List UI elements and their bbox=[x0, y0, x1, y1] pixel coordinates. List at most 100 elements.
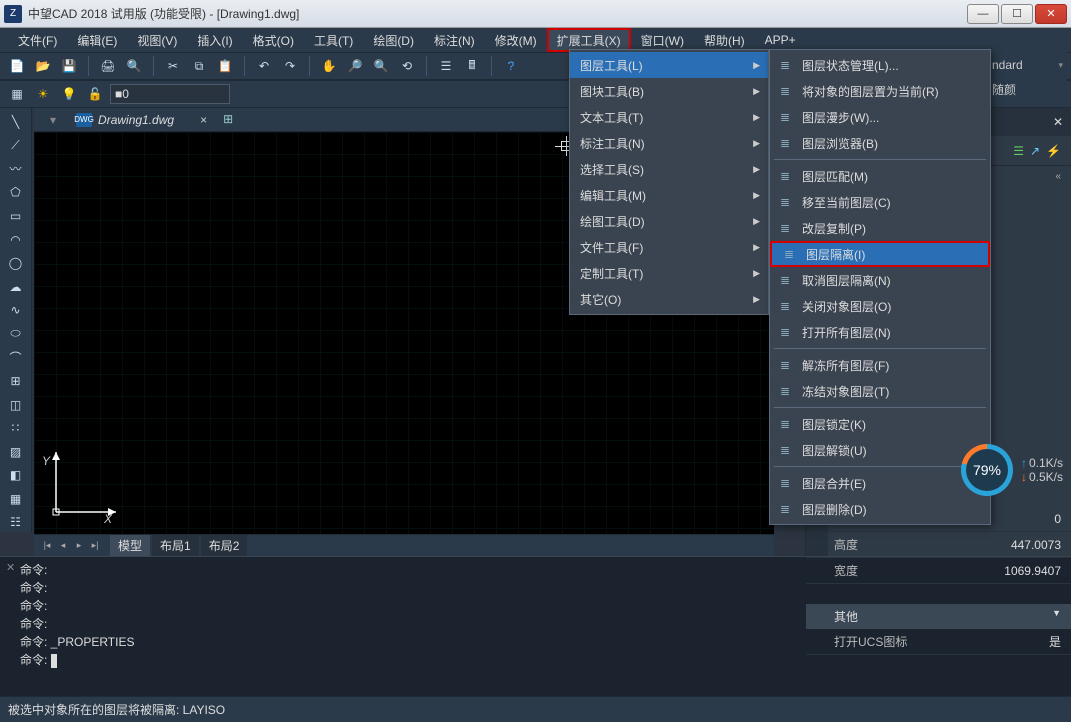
menu-8[interactable]: 修改(M) bbox=[485, 28, 547, 52]
redo-icon[interactable]: ↷ bbox=[279, 55, 301, 77]
zoom-icon[interactable]: 🔎 bbox=[344, 55, 366, 77]
menu-item[interactable]: ≣移至当前图层(C) bbox=[770, 189, 990, 215]
menu-5[interactable]: 工具(T) bbox=[304, 28, 363, 52]
menu-item[interactable]: ≣取消图层隔离(N) bbox=[770, 267, 990, 293]
menu-item[interactable]: 文件工具(F)▶ bbox=[570, 234, 768, 260]
menu-item[interactable]: ≣冻结对象图层(T) bbox=[770, 378, 990, 404]
prop-row[interactable]: 宽度1069.9407 bbox=[806, 558, 1071, 584]
tab-close-icon[interactable]: × bbox=[200, 113, 207, 127]
cmd-close-icon[interactable]: ✕ bbox=[6, 561, 15, 574]
layout-tab[interactable]: 模型 bbox=[110, 535, 150, 556]
section-other[interactable]: 其他▼ bbox=[806, 604, 1071, 629]
menu-item[interactable]: 标注工具(N)▶ bbox=[570, 130, 768, 156]
menu-item[interactable]: 文本工具(T)▶ bbox=[570, 104, 768, 130]
menu-item[interactable]: ≣将对象的图层置为当前(R) bbox=[770, 78, 990, 104]
menu-item[interactable]: 绘图工具(D)▶ bbox=[570, 208, 768, 234]
menu-item[interactable]: ≣图层隔离(I) bbox=[770, 241, 990, 267]
menu-item[interactable]: 图块工具(B)▶ bbox=[570, 78, 768, 104]
menu-item[interactable]: 编辑工具(M)▶ bbox=[570, 182, 768, 208]
doc-tab[interactable]: DWG Drawing1.dwg × bbox=[66, 111, 217, 129]
menu-6[interactable]: 绘图(D) bbox=[363, 28, 424, 52]
layout-tab[interactable]: 布局1 bbox=[152, 535, 199, 556]
circle-icon[interactable]: ◯ bbox=[4, 253, 28, 273]
menu-2[interactable]: 视图(V) bbox=[127, 28, 187, 52]
layer-lock-icon[interactable]: 🔓 bbox=[84, 83, 106, 105]
style-combo[interactable]: ndard▾ bbox=[992, 58, 1063, 72]
zoom-prev-icon[interactable]: ⟲ bbox=[396, 55, 418, 77]
paste-icon[interactable]: 📋 bbox=[214, 55, 236, 77]
layout-last-icon[interactable]: ▸| bbox=[88, 539, 102, 553]
polygon-icon[interactable]: ⬠ bbox=[4, 183, 28, 203]
cut-icon[interactable]: ✂ bbox=[162, 55, 184, 77]
menu-item[interactable]: 定制工具(T)▶ bbox=[570, 260, 768, 286]
layout-next-icon[interactable]: ▸ bbox=[72, 539, 86, 553]
help-icon[interactable]: ? bbox=[500, 55, 522, 77]
close-button[interactable]: ✕ bbox=[1035, 4, 1067, 24]
ellipse-icon[interactable]: ⬭ bbox=[4, 324, 28, 344]
preview-icon[interactable]: 🔍 bbox=[123, 55, 145, 77]
arc-icon[interactable]: ◠ bbox=[4, 230, 28, 250]
menu-item[interactable]: ≣图层漫步(W)... bbox=[770, 104, 990, 130]
calc-icon[interactable]: 🖩 bbox=[461, 55, 483, 77]
properties-icon[interactable]: ☰ bbox=[435, 55, 457, 77]
layer-dropdown[interactable]: ■ 0 bbox=[110, 84, 230, 104]
gradient-icon[interactable]: ◧ bbox=[4, 465, 28, 485]
menu-item[interactable]: ≣图层合并(E) bbox=[770, 470, 990, 496]
table-icon[interactable]: ☷ bbox=[4, 513, 28, 533]
insert-icon[interactable]: ⊞ bbox=[4, 371, 28, 391]
save-icon[interactable]: 💾 bbox=[58, 55, 80, 77]
pan-icon[interactable]: ✋ bbox=[318, 55, 340, 77]
color-combo[interactable]: 随颜 bbox=[992, 81, 1063, 98]
prop-row[interactable]: 高度447.0073 bbox=[806, 532, 1071, 558]
menu-item[interactable]: ≣图层锁定(K) bbox=[770, 411, 990, 437]
line-icon[interactable]: ╲ bbox=[4, 112, 28, 132]
zoom-window-icon[interactable]: 🔍 bbox=[370, 55, 392, 77]
menu-item[interactable]: ≣关闭对象图层(O) bbox=[770, 293, 990, 319]
menu-1[interactable]: 编辑(E) bbox=[67, 28, 127, 52]
new-icon[interactable]: 📄 bbox=[6, 55, 28, 77]
layer-bulb-icon[interactable]: 💡 bbox=[58, 83, 80, 105]
menu-7[interactable]: 标注(N) bbox=[424, 28, 485, 52]
menu-item[interactable]: ≣图层解锁(U) bbox=[770, 437, 990, 463]
copy-icon[interactable]: ⧉ bbox=[188, 55, 210, 77]
region-icon[interactable]: ▦ bbox=[4, 489, 28, 509]
menu-item[interactable]: ≣图层状态管理(L)... bbox=[770, 52, 990, 78]
menu-item[interactable]: ≣图层删除(D) bbox=[770, 496, 990, 522]
menu-0[interactable]: 文件(F) bbox=[8, 28, 67, 52]
pline-icon[interactable]: 〰 bbox=[4, 159, 28, 179]
panel-tool2-icon[interactable]: ↗ bbox=[1030, 144, 1040, 158]
point-icon[interactable]: ∷ bbox=[4, 418, 28, 438]
menu-item[interactable]: ≣改层复制(P) bbox=[770, 215, 990, 241]
block-make-icon[interactable]: ◫ bbox=[4, 395, 28, 415]
open-icon[interactable]: 📂 bbox=[32, 55, 54, 77]
layer-sun-icon[interactable]: ☀ bbox=[32, 83, 54, 105]
layer-manager-icon[interactable]: ▦ bbox=[6, 83, 28, 105]
menu-item[interactable]: 图层工具(L)▶ bbox=[570, 52, 768, 78]
spline-icon[interactable]: ∿ bbox=[4, 301, 28, 321]
menu-item[interactable]: ≣打开所有图层(N) bbox=[770, 319, 990, 345]
menu-item[interactable]: ≣解冻所有图层(F) bbox=[770, 352, 990, 378]
panel-tool3-icon[interactable]: ⚡ bbox=[1046, 144, 1061, 158]
rect-icon[interactable]: ▭ bbox=[4, 206, 28, 226]
hatch-icon[interactable]: ▨ bbox=[4, 442, 28, 462]
new-tab-icon[interactable]: ⊞ bbox=[223, 112, 241, 128]
layout-first-icon[interactable]: |◂ bbox=[40, 539, 54, 553]
menu-item[interactable]: ≣图层浏览器(B) bbox=[770, 130, 990, 156]
menu-4[interactable]: 格式(O) bbox=[243, 28, 304, 52]
network-widget[interactable]: 79% 0.1K/s 0.5K/s bbox=[961, 444, 1063, 496]
revcloud-icon[interactable]: ☁ bbox=[4, 277, 28, 297]
menu-3[interactable]: 插入(I) bbox=[187, 28, 242, 52]
menu-item[interactable]: ≣图层匹配(M) bbox=[770, 163, 990, 189]
tab-chevron-icon[interactable]: ▾ bbox=[50, 113, 56, 127]
minimize-button[interactable]: — bbox=[967, 4, 999, 24]
layout-prev-icon[interactable]: ◂ bbox=[56, 539, 70, 553]
ellipse-arc-icon[interactable]: ⌒ bbox=[4, 348, 28, 368]
panel-close-icon[interactable]: ✕ bbox=[1053, 115, 1063, 129]
prop-row[interactable]: 打开UCS图标 是 bbox=[806, 629, 1071, 655]
maximize-button[interactable]: ☐ bbox=[1001, 4, 1033, 24]
menu-item[interactable]: 其它(O)▶ bbox=[570, 286, 768, 312]
xline-icon[interactable]: ⟋ bbox=[4, 136, 28, 156]
undo-icon[interactable]: ↶ bbox=[253, 55, 275, 77]
layout-tab[interactable]: 布局2 bbox=[201, 535, 248, 556]
panel-tool1-icon[interactable]: ☰ bbox=[1013, 144, 1024, 158]
